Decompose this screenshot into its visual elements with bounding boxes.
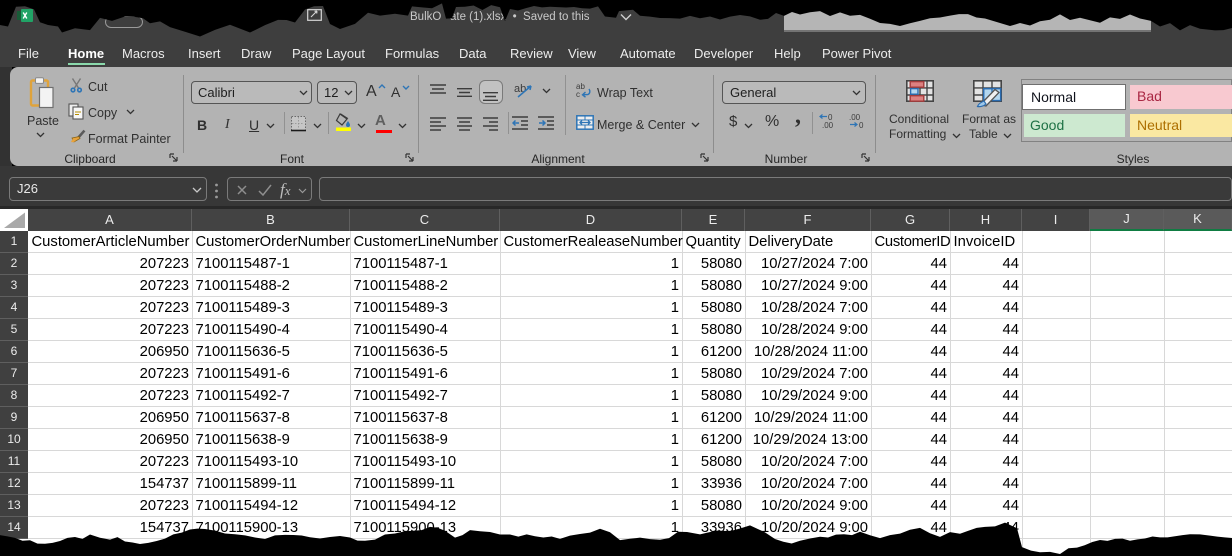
svg-text:.00: .00 [822, 121, 834, 128]
svg-text:c: c [576, 90, 580, 98]
svg-text:0: 0 [859, 121, 864, 128]
svg-text:ab: ab [514, 83, 526, 95]
